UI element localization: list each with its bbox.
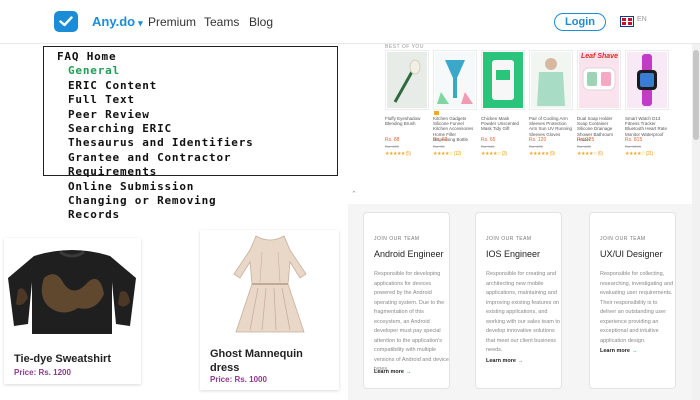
faq-home-link[interactable]: FAQ Home xyxy=(43,50,254,64)
product-rating: ★★★★☆ (3) xyxy=(481,151,507,157)
product-price: Rs. 62 xyxy=(433,137,448,143)
funnel-icon xyxy=(433,50,477,110)
job-card[interactable]: JOIN OUR TEAM UX/UI Designer Responsible… xyxy=(589,212,676,389)
job-description: Responsible for collecting, researching,… xyxy=(600,271,674,344)
arrow-right-icon: → xyxy=(405,369,412,375)
faq-item-grantee[interactable]: Grantee and Contractor xyxy=(43,151,254,165)
product-card[interactable]: Pair of Cooling Arm Sleeves Protection A… xyxy=(529,50,573,178)
learn-more-label: Learn more xyxy=(486,358,516,364)
nav-link-teams[interactable]: Teams xyxy=(204,15,239,29)
watch-icon xyxy=(625,50,669,110)
top-nav: Any.do ▾ Premium Teams Blog Login EN xyxy=(0,0,700,44)
learn-more-link[interactable]: Learn more → xyxy=(374,369,411,375)
login-button[interactable]: Login xyxy=(554,13,606,31)
faq-item-requirements[interactable]: Requirements xyxy=(43,165,254,179)
job-title: UX/UI Designer xyxy=(600,249,663,259)
product-card[interactable]: Fluffy Eyeshadow Blending Brush Rs. 88 R… xyxy=(385,50,429,178)
product-price: Price: Rs. 1000 xyxy=(210,375,267,384)
job-description: Responsible for developing applications … xyxy=(374,271,449,372)
faq-item-full-text[interactable]: Full Text xyxy=(43,93,254,107)
product-name: Chicken Mask Powder Unscented Mask Tidy … xyxy=(481,116,520,132)
product-card[interactable]: Chicken Mask Powder Unscented Mask Tidy … xyxy=(481,50,525,178)
product-old-price: Rs. 1299 xyxy=(625,144,642,149)
scrollbar-thumb[interactable] xyxy=(693,50,699,140)
product-tag xyxy=(434,111,439,115)
faq-item-changing-removing[interactable]: Changing or Removing xyxy=(43,194,254,208)
product-price: Rs. 65 xyxy=(481,137,496,143)
product-old-price: Rs. 199 xyxy=(529,144,543,149)
product-rating: ★★★★☆ (21) xyxy=(625,151,653,157)
product-old-price: Rs. 120 xyxy=(385,144,399,149)
nav-link-blog[interactable]: Blog xyxy=(249,15,273,29)
job-card[interactable]: JOIN OUR TEAM IOS Engineer Responsible f… xyxy=(475,212,562,389)
product-name: Smart Watch D13 Fitness Tracker Bluetoot… xyxy=(625,116,668,137)
arrow-right-icon: → xyxy=(517,358,524,364)
faq-item-records[interactable]: Records xyxy=(43,208,254,222)
sweatshirt-icon xyxy=(4,238,141,343)
nav-link-premium[interactable]: Premium xyxy=(148,15,196,29)
product-price: Rs. 88 xyxy=(385,137,400,143)
product-card[interactable]: Kitchen Gadgets Silicone Funnel Kitchen … xyxy=(433,50,477,178)
product-rating: ★★★★☆ (6) xyxy=(577,151,603,157)
soap-holder-icon: Leaf Shave xyxy=(577,50,621,110)
product-rating: ★★★★★ (5) xyxy=(385,151,411,157)
learn-more-link[interactable]: Learn more → xyxy=(486,358,523,364)
brand-menu[interactable]: Any.do ▾ xyxy=(92,14,143,29)
product-price: Rs. 815 xyxy=(625,137,643,143)
product-rating: ★★★★★ (9) xyxy=(529,151,555,157)
brand-label: Any.do xyxy=(92,14,136,29)
faq-item-thesaurus[interactable]: Thesaurus and Identifiers xyxy=(43,136,254,150)
learn-more-label: Learn more xyxy=(600,348,630,354)
product-price: Rs. 125 xyxy=(577,137,595,143)
faq-item-online-submission[interactable]: Online Submission xyxy=(43,180,254,194)
faq-list: FAQ Home General ERIC Content Full Text … xyxy=(43,50,254,223)
faq-item-peer-review[interactable]: Peer Review xyxy=(43,108,254,122)
product-name: Ghost Mannequin dress xyxy=(210,348,303,374)
product-name: Fluffy Eyeshadow Blending Brush xyxy=(385,116,421,127)
pouch-icon xyxy=(481,50,525,110)
brush-icon xyxy=(385,50,429,110)
product-price: Price: Rs. 1200 xyxy=(14,368,71,377)
scroll-left-icon[interactable]: ⌃ xyxy=(351,190,357,198)
product-ad-badge: Leaf Shave xyxy=(581,53,618,60)
faq-item-searching-eric[interactable]: Searching ERIC xyxy=(43,122,254,136)
faq-item-eric-content[interactable]: ERIC Content xyxy=(43,79,254,93)
product-old-price: Rs. 180 xyxy=(577,144,591,149)
product-rating: ★★★★☆ (12) xyxy=(433,151,461,157)
job-kicker: JOIN OUR TEAM xyxy=(600,236,646,242)
job-kicker: JOIN OUR TEAM xyxy=(374,236,420,242)
job-title: Android Engineer xyxy=(374,249,444,259)
product-old-price: Rs. 110 xyxy=(481,144,495,149)
learn-more-link[interactable]: Learn more → xyxy=(600,348,637,354)
uk-flag-icon[interactable] xyxy=(621,17,633,26)
chevron-down-icon: ▾ xyxy=(138,18,143,28)
fashion-card[interactable]: Tie-dye Sweatshirt Price: Rs. 1200 xyxy=(4,238,141,384)
faq-item-general[interactable]: General xyxy=(43,64,254,78)
job-description: Responsible for creating and architectin… xyxy=(486,271,560,353)
anydo-logo-check-icon[interactable] xyxy=(54,11,78,32)
fashion-card[interactable]: Ghost Mannequin dress Price: Rs. 1000 xyxy=(200,230,339,390)
product-name: Tie-dye Sweatshirt xyxy=(14,353,111,365)
page: Any.do ▾ Premium Teams Blog Login EN FAQ … xyxy=(0,0,700,400)
scrollbar[interactable] xyxy=(692,44,700,400)
job-card[interactable]: JOIN OUR TEAM Android Engineer Responsib… xyxy=(363,212,450,389)
product-strip: BEST OF YOU ⌃ Fluffy Eyeshadow Blending … xyxy=(348,44,692,204)
product-name: Pair of Cooling Arm Sleeves Protection A… xyxy=(529,116,573,137)
jobs-section: JOIN OUR TEAM Android Engineer Responsib… xyxy=(348,204,692,400)
sleeve-icon xyxy=(529,50,573,110)
arrow-right-icon: → xyxy=(631,348,638,354)
job-kicker: JOIN OUR TEAM xyxy=(486,236,532,242)
product-price: Rs. 120 xyxy=(529,137,547,143)
product-card[interactable]: Smart Watch D13 Fitness Tracker Bluetoot… xyxy=(625,50,669,178)
language-code[interactable]: EN xyxy=(637,16,647,23)
dress-icon xyxy=(200,230,339,343)
job-title: IOS Engineer xyxy=(486,249,541,259)
learn-more-label: Learn more xyxy=(374,369,404,375)
product-card[interactable]: Leaf Shave Dual Soap Holder Soap Contain… xyxy=(577,50,621,178)
product-old-price: Rs. 95 xyxy=(433,144,445,149)
